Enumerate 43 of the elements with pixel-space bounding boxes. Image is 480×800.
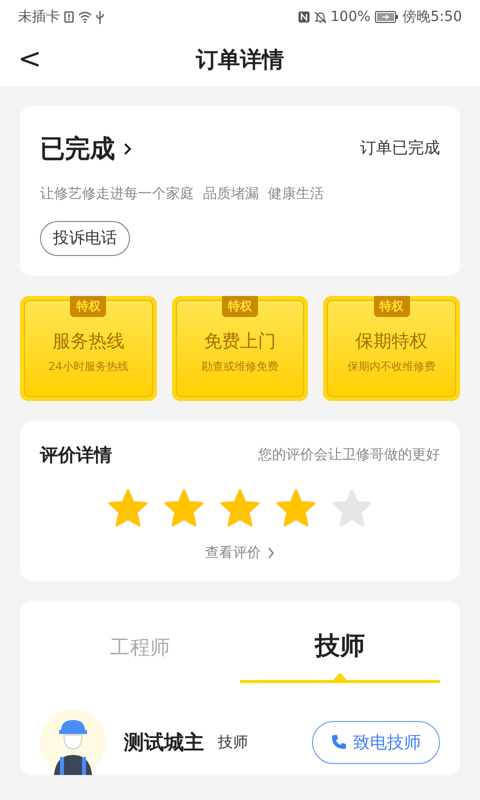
call-button[interactable]: 致电技师: [312, 720, 440, 764]
battery-icon: [374, 11, 399, 23]
page-title: 订单详情: [196, 47, 284, 75]
mute-icon: [314, 10, 327, 24]
star-icon[interactable]: [332, 489, 372, 527]
staff-tab[interactable]: 技师: [240, 621, 440, 683]
chevron-icon: [123, 142, 133, 156]
perk-card[interactable]: 特权 保期特权 保期内不收维修费: [323, 296, 460, 401]
star-icon[interactable]: [108, 489, 148, 527]
wifi-icon: [78, 11, 92, 23]
person-name: 测试城主: [124, 728, 204, 756]
sim-icon: [64, 11, 74, 23]
perk-card[interactable]: 特权 服务热线 24小时服务热线: [20, 296, 157, 401]
perk-title: 保期特权: [356, 330, 428, 353]
perk-title: 免费上门: [204, 330, 276, 353]
usb-icon: [96, 10, 104, 24]
perk-badge: 特权: [374, 296, 410, 317]
star-icon[interactable]: [276, 489, 316, 527]
chevron-icon: [267, 547, 275, 559]
phone-icon: [331, 734, 347, 750]
nfc-icon: [298, 11, 310, 23]
order-status-link[interactable]: 已完成: [40, 132, 133, 165]
star-icon[interactable]: [220, 489, 260, 527]
perk-subtitle: 保期内不收维修费: [348, 359, 436, 374]
review-hint: 您的评价会让卫修哥做的更好: [258, 446, 440, 464]
back-button[interactable]: <: [14, 42, 46, 75]
slogan-text: 让修艺修走进每一个家庭 品质堵漏 健康生活: [40, 185, 324, 203]
perk-badge: 特权: [70, 296, 106, 317]
star-icon[interactable]: [164, 489, 204, 527]
battery-text: 100%: [330, 9, 371, 25]
perk-badge: 特权: [222, 296, 258, 317]
perk-subtitle: 24小时服务热线: [48, 359, 128, 374]
perk-title: 服务热线: [52, 330, 124, 353]
carrier-text: 未插卡: [18, 8, 60, 26]
order-state-text: 订单已完成: [360, 138, 440, 159]
person-role: 技师: [218, 732, 248, 752]
review-title: 评价详情: [40, 444, 112, 467]
complaint-button[interactable]: 投诉电话: [40, 221, 130, 256]
staff-tab[interactable]: 工程师: [40, 621, 240, 683]
perk-subtitle: 勘查或维修免费: [202, 359, 278, 374]
time-text: 傍晚5:50: [402, 8, 462, 26]
perk-card[interactable]: 特权 免费上门 勘查或维修免费: [172, 296, 308, 401]
view-review-link[interactable]: 查看评价: [199, 543, 281, 563]
